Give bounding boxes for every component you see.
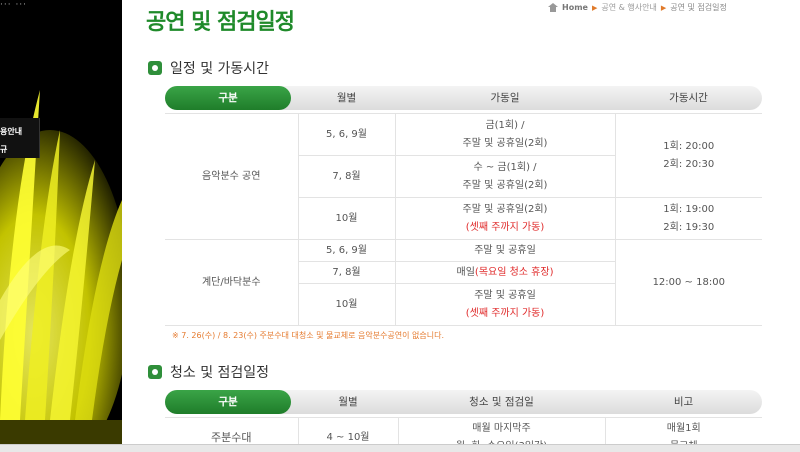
- schedule-table-header: 구분 월별 가동일 가동시간: [165, 86, 762, 110]
- days-line: 매월 마지막주: [472, 422, 531, 434]
- days-text: 매일: [456, 266, 475, 278]
- days-note-red: (셋째 주까지 가동): [465, 221, 545, 233]
- header-operating-days: 가동일: [490, 92, 520, 104]
- chevron-right-icon: ▶: [591, 3, 598, 12]
- header-month: 월별: [338, 396, 358, 408]
- category-cell: 음악분수 공연: [165, 113, 299, 240]
- section-title-cleaning: 청소 및 점검일정: [148, 362, 269, 382]
- month-cell: 5, 6, 9월: [297, 239, 396, 262]
- section-bullet-icon: [148, 365, 162, 379]
- remarks-line: 매월1회: [666, 422, 701, 434]
- side-menu[interactable]: 용안내 규: [0, 118, 40, 158]
- breadcrumb-current: 공연 및 점검일정: [670, 3, 727, 12]
- days-line: 주말 및 공휴일: [474, 289, 536, 301]
- side-menu-item[interactable]: 규: [0, 144, 7, 155]
- side-menu-item[interactable]: 용안내: [0, 126, 22, 137]
- month-cell: 10월: [297, 197, 396, 240]
- breadcrumb-home-link[interactable]: Home: [562, 3, 588, 12]
- days-line: 주말 및 공휴일(2회): [462, 137, 548, 149]
- section-title-text: 청소 및 점검일정: [170, 365, 270, 381]
- hours-line: 2회: 19:30: [663, 221, 715, 233]
- days-line: 주말 및 공휴일(2회): [462, 203, 548, 215]
- hours-cell: 1회: 19:00 2회: 19:30: [614, 197, 762, 240]
- days-line: 수 ~ 금(1회) /: [473, 161, 537, 173]
- category-cell: 계단/바닥분수: [165, 239, 299, 326]
- chevron-right-icon: ▶: [660, 3, 667, 12]
- hours-cell: 1회: 20:00 2회: 20:30: [614, 113, 762, 198]
- days-cell: 주말 및 공휴일(2회) (셋째 주까지 가동): [394, 197, 616, 240]
- table-row: 음악분수 공연 5, 6, 9월 금(1회) / 주말 및 공휴일(2회) 1회:…: [165, 113, 762, 240]
- header-remarks: 비고: [673, 396, 694, 408]
- fountain-banner: ··· ··· 용안내 규: [0, 0, 122, 452]
- days-line: 주말 및 공휴일(2회): [462, 179, 548, 191]
- days-line: 금(1회) /: [485, 119, 525, 131]
- hours-line: 1회: 19:00: [663, 203, 715, 215]
- schedule-table: 음악분수 공연 5, 6, 9월 금(1회) / 주말 및 공휴일(2회) 1회:…: [165, 113, 762, 326]
- fountain-image: [0, 0, 122, 452]
- days-cell: 매일(목요일 청소 휴장): [394, 261, 616, 284]
- header-cleaning-days: 청소 및 점검일: [469, 396, 534, 408]
- header-category: 구분: [165, 86, 291, 110]
- hours-line: 1회: 20:00: [663, 140, 715, 152]
- breadcrumb-link[interactable]: 공연 & 행사안내: [601, 2, 656, 13]
- header-category: 구분: [165, 390, 291, 414]
- header-operating-hours: 가동시간: [669, 92, 708, 104]
- days-cell: 주말 및 공휴일 (셋째 주까지 가동): [394, 283, 616, 326]
- days-note-red: (목요일 청소 휴장): [474, 266, 554, 278]
- days-cell: 수 ~ 금(1회) / 주말 및 공휴일(2회): [394, 155, 616, 198]
- table-row: 계단/바닥분수 5, 6, 9월 주말 및 공휴일 12:00 ~ 18:00: [165, 239, 762, 326]
- page-title: 공연 및 점검일정: [146, 10, 295, 35]
- hours-line: 2회: 20:30: [663, 158, 715, 170]
- decorative-dots: ··· ···: [0, 0, 28, 10]
- breadcrumb: Home ▶ 공연 & 행사안내 ▶ 공연 및 점검일정: [548, 2, 727, 13]
- section-bullet-icon: [148, 61, 162, 75]
- days-note-red: (셋째 주까지 가동): [465, 307, 545, 319]
- hours-cell: 12:00 ~ 18:00: [614, 239, 762, 326]
- header-month: 월별: [336, 92, 357, 104]
- cleaning-table-header: 구분 월별 청소 및 점검일 비고: [165, 390, 762, 414]
- schedule-note: ※ 7. 26(수) / 8. 23(수) 주분수대 대청소 및 물교체로 음악…: [172, 331, 445, 340]
- month-cell: 10월: [297, 283, 396, 326]
- days-cell: 주말 및 공휴일: [394, 239, 616, 262]
- month-cell: 7, 8월: [297, 261, 396, 284]
- horizontal-scrollbar[interactable]: [0, 444, 800, 452]
- month-cell: 5, 6, 9월: [297, 113, 396, 156]
- home-icon: [548, 3, 558, 12]
- section-title-text: 일정 및 가동시간: [170, 61, 270, 77]
- month-cell: 7, 8월: [297, 155, 396, 198]
- days-cell: 금(1회) / 주말 및 공휴일(2회): [394, 113, 616, 156]
- section-title-schedule: 일정 및 가동시간: [148, 58, 269, 78]
